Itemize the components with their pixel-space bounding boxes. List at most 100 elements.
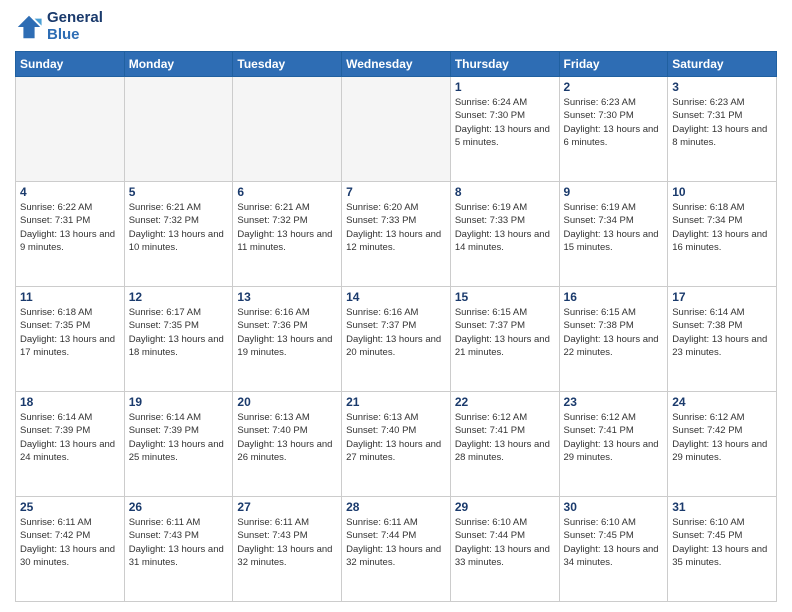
- calendar-cell: 30Sunrise: 6:10 AMSunset: 7:45 PMDayligh…: [559, 497, 668, 602]
- calendar-cell: 21Sunrise: 6:13 AMSunset: 7:40 PMDayligh…: [342, 392, 451, 497]
- day-header-saturday: Saturday: [668, 52, 777, 77]
- day-header-friday: Friday: [559, 52, 668, 77]
- day-info: Sunrise: 6:19 AMSunset: 7:34 PMDaylight:…: [564, 201, 664, 254]
- calendar-cell: 24 Sunrise: 6:12 AMSunset: 7:42 PMDayligh…: [668, 392, 777, 497]
- calendar-cell: 3 Sunrise: 6:23 AMSunset: 7:31 PMDaylight…: [668, 77, 777, 182]
- day-info: Sunrise: 6:24 AMSunset: 7:30 PMDaylight:…: [455, 96, 555, 149]
- day-header-wednesday: Wednesday: [342, 52, 451, 77]
- day-number: 20: [237, 395, 337, 409]
- day-info: Sunrise: 6:13 AMSunset: 7:40 PMDaylight:…: [237, 411, 337, 464]
- logo-icon: [15, 13, 43, 41]
- calendar-week-row: 25Sunrise: 6:11 AMSunset: 7:42 PMDayligh…: [16, 497, 777, 602]
- calendar-cell: 15 Sunrise: 6:15 AMSunset: 7:37 PMDayligh…: [450, 287, 559, 392]
- calendar-cell: [342, 77, 451, 182]
- day-info: Sunrise: 6:21 AMSunset: 7:32 PMDaylight:…: [237, 201, 337, 254]
- day-number: 7: [346, 185, 446, 199]
- calendar-cell: 29 Sunrise: 6:10 AMSunset: 7:44 PMDayligh…: [450, 497, 559, 602]
- calendar-cell: 8 Sunrise: 6:19 AMSunset: 7:33 PMDaylight…: [450, 182, 559, 287]
- calendar-cell: 6 Sunrise: 6:21 AMSunset: 7:32 PMDaylight…: [233, 182, 342, 287]
- calendar-cell: 2 Sunrise: 6:23 AMSunset: 7:30 PMDaylight…: [559, 77, 668, 182]
- day-info: Sunrise: 6:20 AMSunset: 7:33 PMDaylight:…: [346, 201, 446, 254]
- day-info: Sunrise: 6:10 AMSunset: 7:45 PMDaylight:…: [672, 516, 772, 569]
- logo: General Blue: [15, 10, 103, 43]
- calendar-cell: 17Sunrise: 6:14 AMSunset: 7:38 PMDayligh…: [668, 287, 777, 392]
- day-info: Sunrise: 6:16 AMSunset: 7:37 PMDaylight:…: [346, 306, 446, 359]
- day-info: Sunrise: 6:18 AMSunset: 7:34 PMDaylight:…: [672, 201, 772, 254]
- day-header-tuesday: Tuesday: [233, 52, 342, 77]
- day-header-monday: Monday: [124, 52, 233, 77]
- day-info: Sunrise: 6:23 AMSunset: 7:31 PMDaylight:…: [672, 96, 772, 149]
- calendar-cell: 31 Sunrise: 6:10 AMSunset: 7:45 PMDayligh…: [668, 497, 777, 602]
- day-number: 30: [564, 500, 664, 514]
- calendar-cell: 5Sunrise: 6:21 AMSunset: 7:32 PMDaylight…: [124, 182, 233, 287]
- calendar-cell: 9 Sunrise: 6:19 AMSunset: 7:34 PMDaylight…: [559, 182, 668, 287]
- day-info: Sunrise: 6:16 AMSunset: 7:36 PMDaylight:…: [237, 306, 337, 359]
- day-number: 14: [346, 290, 446, 304]
- calendar-week-row: 4 Sunrise: 6:22 AMSunset: 7:31 PMDaylight…: [16, 182, 777, 287]
- calendar-cell: 13Sunrise: 6:16 AMSunset: 7:36 PMDayligh…: [233, 287, 342, 392]
- day-number: 23: [564, 395, 664, 409]
- day-number: 15: [455, 290, 555, 304]
- day-info: Sunrise: 6:15 AMSunset: 7:38 PMDaylight:…: [564, 306, 664, 359]
- day-info: Sunrise: 6:12 AMSunset: 7:42 PMDaylight:…: [672, 411, 772, 464]
- day-number: 16: [564, 290, 664, 304]
- day-info: Sunrise: 6:11 AMSunset: 7:42 PMDaylight:…: [20, 516, 120, 569]
- day-number: 17: [672, 290, 772, 304]
- calendar-cell: [16, 77, 125, 182]
- day-info: Sunrise: 6:11 AMSunset: 7:43 PMDaylight:…: [237, 516, 337, 569]
- calendar-cell: 28 Sunrise: 6:11 AMSunset: 7:44 PMDayligh…: [342, 497, 451, 602]
- day-header-sunday: Sunday: [16, 52, 125, 77]
- day-info: Sunrise: 6:11 AMSunset: 7:44 PMDaylight:…: [346, 516, 446, 569]
- calendar-cell: 11 Sunrise: 6:18 AMSunset: 7:35 PMDayligh…: [16, 287, 125, 392]
- day-info: Sunrise: 6:14 AMSunset: 7:39 PMDaylight:…: [20, 411, 120, 464]
- calendar-cell: 18 Sunrise: 6:14 AMSunset: 7:39 PMDayligh…: [16, 392, 125, 497]
- calendar-cell: 25Sunrise: 6:11 AMSunset: 7:42 PMDayligh…: [16, 497, 125, 602]
- day-info: Sunrise: 6:18 AMSunset: 7:35 PMDaylight:…: [20, 306, 120, 359]
- day-number: 27: [237, 500, 337, 514]
- day-info: Sunrise: 6:11 AMSunset: 7:43 PMDaylight:…: [129, 516, 229, 569]
- day-number: 22: [455, 395, 555, 409]
- day-number: 29: [455, 500, 555, 514]
- calendar-cell: 16 Sunrise: 6:15 AMSunset: 7:38 PMDayligh…: [559, 287, 668, 392]
- day-info: Sunrise: 6:17 AMSunset: 7:35 PMDaylight:…: [129, 306, 229, 359]
- day-number: 12: [129, 290, 229, 304]
- day-number: 31: [672, 500, 772, 514]
- calendar-cell: 20 Sunrise: 6:13 AMSunset: 7:40 PMDayligh…: [233, 392, 342, 497]
- day-info: Sunrise: 6:23 AMSunset: 7:30 PMDaylight:…: [564, 96, 664, 149]
- day-number: 24: [672, 395, 772, 409]
- header: General Blue: [15, 10, 777, 43]
- day-info: Sunrise: 6:14 AMSunset: 7:39 PMDaylight:…: [129, 411, 229, 464]
- calendar-cell: 4 Sunrise: 6:22 AMSunset: 7:31 PMDaylight…: [16, 182, 125, 287]
- day-number: 10: [672, 185, 772, 199]
- day-info: Sunrise: 6:19 AMSunset: 7:33 PMDaylight:…: [455, 201, 555, 254]
- day-number: 21: [346, 395, 446, 409]
- calendar-cell: 22Sunrise: 6:12 AMSunset: 7:41 PMDayligh…: [450, 392, 559, 497]
- calendar-cell: 23 Sunrise: 6:12 AMSunset: 7:41 PMDayligh…: [559, 392, 668, 497]
- calendar-cell: [124, 77, 233, 182]
- day-info: Sunrise: 6:12 AMSunset: 7:41 PMDaylight:…: [564, 411, 664, 464]
- calendar-cell: 27 Sunrise: 6:11 AMSunset: 7:43 PMDayligh…: [233, 497, 342, 602]
- day-info: Sunrise: 6:10 AMSunset: 7:44 PMDaylight:…: [455, 516, 555, 569]
- day-number: 18: [20, 395, 120, 409]
- calendar-table: SundayMondayTuesdayWednesdayThursdayFrid…: [15, 51, 777, 602]
- calendar-header-row: SundayMondayTuesdayWednesdayThursdayFrid…: [16, 52, 777, 77]
- day-number: 26: [129, 500, 229, 514]
- day-number: 3: [672, 80, 772, 94]
- day-number: 28: [346, 500, 446, 514]
- day-number: 8: [455, 185, 555, 199]
- day-number: 4: [20, 185, 120, 199]
- calendar-cell: 19Sunrise: 6:14 AMSunset: 7:39 PMDayligh…: [124, 392, 233, 497]
- day-info: Sunrise: 6:22 AMSunset: 7:31 PMDaylight:…: [20, 201, 120, 254]
- page: General Blue SundayMondayTuesdayWednesda…: [0, 0, 792, 612]
- day-number: 6: [237, 185, 337, 199]
- calendar-cell: 10 Sunrise: 6:18 AMSunset: 7:34 PMDayligh…: [668, 182, 777, 287]
- calendar-week-row: 11 Sunrise: 6:18 AMSunset: 7:35 PMDayligh…: [16, 287, 777, 392]
- day-number: 1: [455, 80, 555, 94]
- day-info: Sunrise: 6:15 AMSunset: 7:37 PMDaylight:…: [455, 306, 555, 359]
- calendar-cell: 1 Sunrise: 6:24 AMSunset: 7:30 PMDaylight…: [450, 77, 559, 182]
- day-number: 9: [564, 185, 664, 199]
- day-number: 2: [564, 80, 664, 94]
- day-number: 11: [20, 290, 120, 304]
- calendar-week-row: 18 Sunrise: 6:14 AMSunset: 7:39 PMDayligh…: [16, 392, 777, 497]
- calendar-cell: 12 Sunrise: 6:17 AMSunset: 7:35 PMDayligh…: [124, 287, 233, 392]
